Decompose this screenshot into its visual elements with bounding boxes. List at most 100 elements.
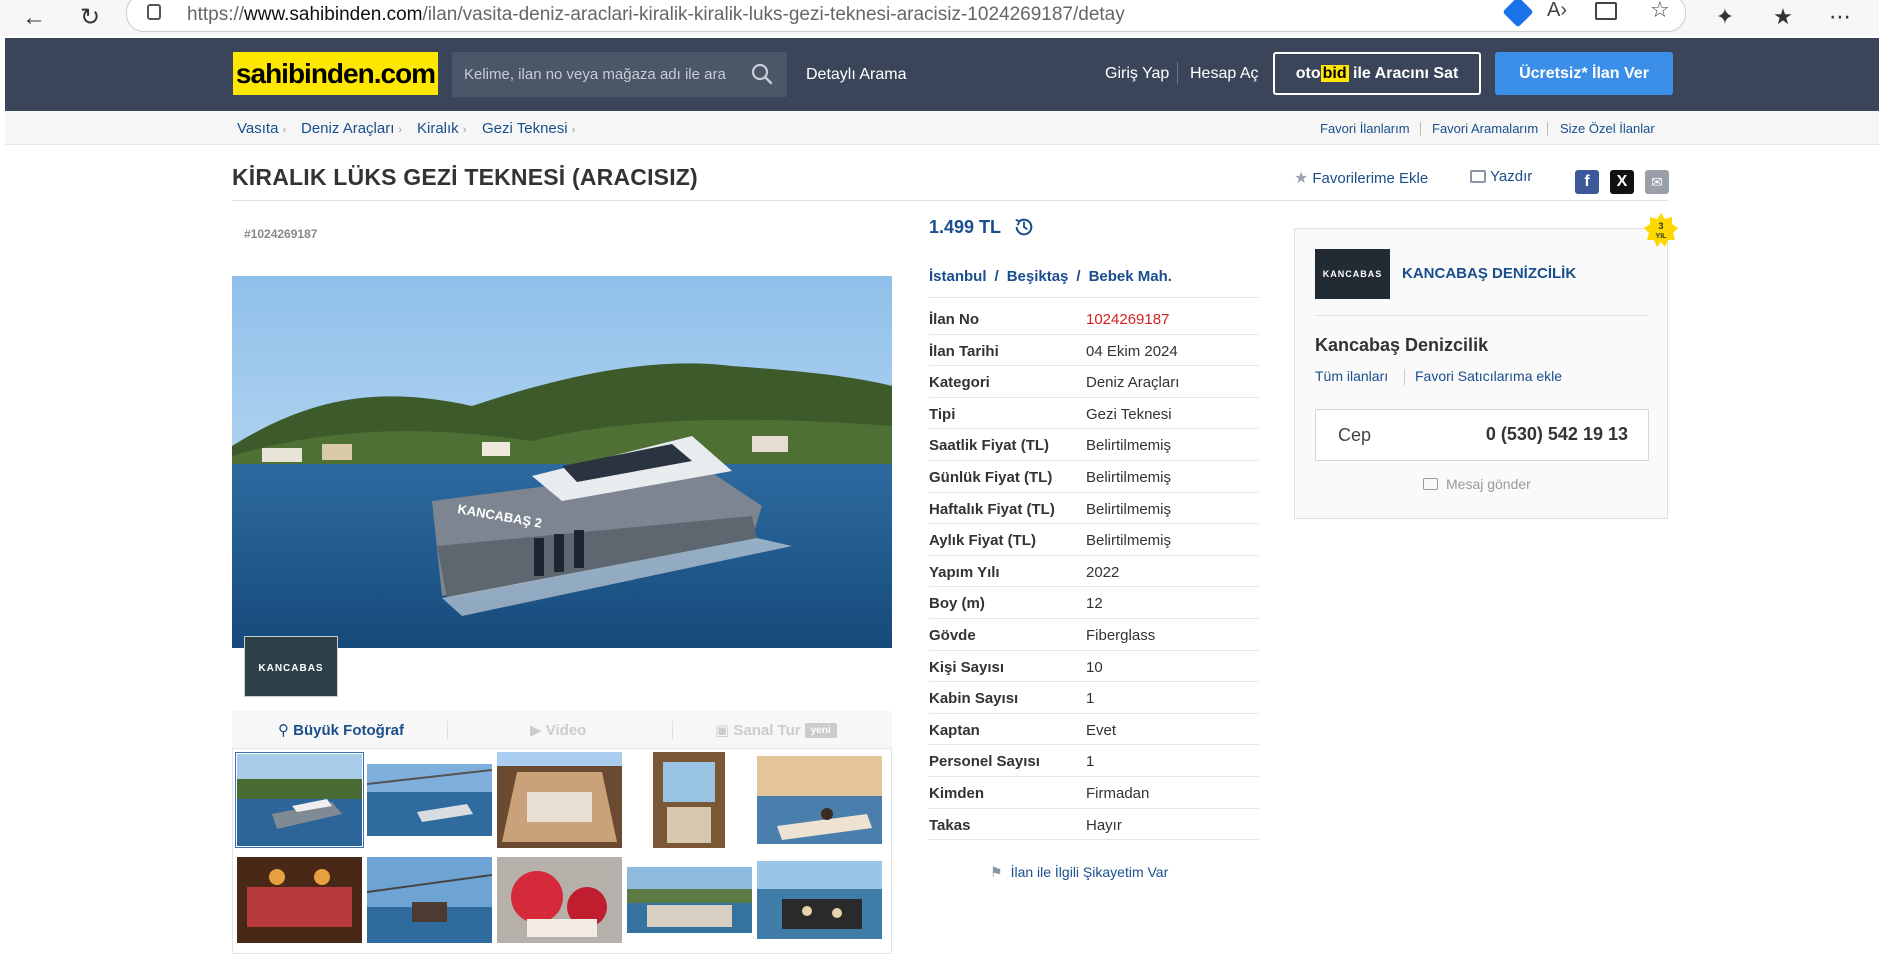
search-icon[interactable] (750, 62, 774, 86)
divider (672, 721, 673, 739)
email-share-icon[interactable]: ✉ (1645, 170, 1669, 194)
x-share-icon[interactable]: X (1610, 170, 1634, 194)
watermark-logo: KANCABAS (244, 636, 338, 697)
add-favorite-seller-link[interactable]: Favori Satıcılarıma ekle (1415, 368, 1562, 384)
site-logo[interactable]: sahibinden.com (233, 52, 438, 95)
attr-row: Haftalık Fiyat (TL) Belirtilmemiş (929, 493, 1259, 525)
attr-row: Kategori Deniz Araçları (929, 366, 1259, 398)
divider (447, 721, 448, 739)
thumbnail[interactable] (653, 752, 725, 848)
favorite-searches-link[interactable]: Favori Aramalarım (1432, 121, 1538, 136)
star-icon: ★ (1294, 170, 1309, 187)
thumbnail[interactable] (757, 861, 882, 939)
thumbnail[interactable] (235, 752, 364, 848)
address-bar[interactable]: https://www.sahibinden.com/ilan/vasita-d… (126, 0, 1686, 32)
thumbnail-grid (232, 749, 892, 954)
listing-id-label: #1024269187 (244, 227, 318, 241)
breadcrumb-bar: Vasıta › Deniz Araçları › Kiralık › Gezi Te… (5, 111, 1879, 145)
report-complaint-link[interactable]: ⚑ İlan ile İlgili Şikayetim Var (990, 864, 1168, 881)
attr-row: Kaptan Evet (929, 714, 1259, 746)
register-link[interactable]: Hesap Aç (1190, 65, 1258, 83)
attr-row: Kişi Sayısı 10 (929, 651, 1259, 683)
chevron-right-icon: › (282, 124, 287, 136)
membership-year-badge: 3 YIL (1644, 213, 1678, 247)
attr-row: Günlük Fiyat (TL) Belirtilmemiş (929, 461, 1259, 493)
breadcrumb-item-gezi-teknesi[interactable]: Gezi Teknesi › (482, 120, 575, 137)
special-listings-link[interactable]: Size Özel İlanlar (1560, 121, 1655, 136)
otobid-label: ile Aracını Sat (1348, 65, 1459, 82)
magnifier-icon: ⚲ (278, 722, 289, 739)
login-link[interactable]: Giriş Yap (1105, 65, 1169, 83)
add-to-favorites-link[interactable]: ★ Favorilerime Ekle (1294, 168, 1428, 188)
favorites-list-icon[interactable]: ★ (1768, 2, 1798, 32)
facebook-share-icon[interactable]: f (1575, 170, 1599, 194)
send-message-link[interactable]: Mesaj gönder (1423, 476, 1531, 492)
thumbnail[interactable] (367, 764, 492, 836)
seller-logo[interactable]: KANCABAS (1315, 249, 1390, 299)
location-neighborhood[interactable]: Bebek Mah. (1089, 268, 1172, 285)
attr-row: Saatlik Fiyat (TL) Belirtilmemiş (929, 429, 1259, 461)
chevron-right-icon: › (398, 124, 403, 136)
seller-name: Kancabaş Denizcilik (1315, 335, 1489, 355)
attr-row: İlan Tarihi 04 Ekim 2024 (929, 335, 1259, 367)
thumbnail[interactable] (497, 857, 622, 943)
attr-row: Kabin Sayısı 1 (929, 682, 1259, 714)
seller-divider (1315, 315, 1649, 316)
thumbnail[interactable] (757, 756, 882, 844)
favorite-star-icon[interactable]: ☆ (1650, 0, 1670, 23)
thumbnail[interactable] (627, 867, 752, 933)
otobid-oto: oto (1295, 65, 1321, 82)
reload-icon[interactable]: ↻ (76, 4, 104, 32)
thumbnail[interactable] (237, 857, 362, 943)
tab-big-photo[interactable]: ⚲ Büyük Fotoğraf (278, 721, 404, 739)
chevron-right-icon: › (571, 124, 576, 136)
seller-card: KANCABAS KANCABAŞ DENİZCİLİK Kancabaş De… (1294, 228, 1668, 519)
thumbnail[interactable] (497, 752, 622, 848)
price-history-icon[interactable] (1013, 216, 1035, 238)
tag-icon[interactable] (1502, 0, 1534, 28)
otobid-sell-button[interactable]: oto bid ile Aracını Sat (1273, 52, 1481, 95)
browser-toolbar: ← ↻ https://www.sahibinden.com/ilan/vasi… (0, 0, 1879, 36)
search-input[interactable] (452, 52, 742, 97)
divider (1420, 122, 1421, 136)
location-city[interactable]: İstanbul (929, 268, 987, 285)
thumbnail[interactable] (367, 857, 492, 943)
back-arrow-icon[interactable]: ← (20, 4, 48, 32)
attr-row: Kimden Firmadan (929, 777, 1259, 809)
extensions-icon[interactable]: ✦ (1710, 2, 1740, 32)
favorite-listings-link[interactable]: Favori İlanlarım (1320, 121, 1410, 136)
post-free-ad-button[interactable]: Ücretsiz* İlan Ver (1495, 52, 1673, 95)
breadcrumb-item-deniz-araclari[interactable]: Deniz Araçları › (301, 120, 402, 137)
location-district[interactable]: Beşiktaş (1007, 268, 1069, 285)
split-screen-icon[interactable] (1595, 2, 1617, 20)
printer-icon (1470, 170, 1486, 183)
main-photo[interactable]: KANCABAŞ 2 (232, 276, 892, 648)
attr-row: Takas Hayır (929, 809, 1259, 841)
site-header: sahibinden.com Detaylı Arama Giriş Yap H… (5, 38, 1879, 111)
header-divider (1177, 62, 1178, 84)
attr-row: Boy (m) 12 (929, 587, 1259, 619)
phone-number[interactable]: 0 (530) 542 19 13 (1486, 424, 1628, 445)
badge-year-number: 3 (1658, 221, 1663, 231)
divider (1404, 369, 1405, 385)
location-divider (929, 297, 1259, 298)
breadcrumb-item-kiralik[interactable]: Kiralık › (417, 120, 466, 137)
more-menu-icon[interactable]: ⋯ (1825, 2, 1855, 32)
attr-row: İlan No 1024269187 (929, 303, 1259, 335)
lock-icon (147, 4, 161, 20)
url-text[interactable]: https://www.sahibinden.com/ilan/vasita-d… (187, 4, 1125, 26)
print-link[interactable]: Yazdır (1470, 168, 1532, 185)
detailed-search-link[interactable]: Detaylı Arama (806, 66, 906, 84)
play-icon: ▶ (530, 722, 542, 739)
seller-store-link[interactable]: KANCABAŞ DENİZCİLİK (1402, 265, 1576, 282)
read-aloud-icon[interactable]: A› (1547, 0, 1567, 22)
flag-icon: ⚑ (990, 864, 1003, 880)
all-listings-link[interactable]: Tüm ilanları (1315, 368, 1388, 384)
search-box (452, 52, 787, 97)
listing-price: 1.499 TL (929, 217, 1002, 237)
attr-row: Personel Sayısı 1 (929, 745, 1259, 777)
breadcrumb-item-vasita[interactable]: Vasıta › (237, 120, 286, 137)
listing-location: İstanbul / Beşiktaş / Bebek Mah. (929, 268, 1172, 285)
phone-label: Cep (1338, 425, 1372, 445)
attr-row: Aylık Fiyat (TL) Belirtilmemiş (929, 524, 1259, 556)
